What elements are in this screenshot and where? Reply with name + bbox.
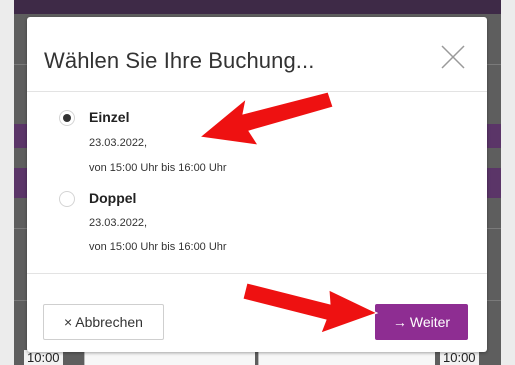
dialog-body: Einzel 23.03.2022, von 15:00 Uhr bis 16:… <box>27 92 487 272</box>
option-date: 23.03.2022, <box>89 137 148 149</box>
arrow-right-icon: → <box>392 314 407 330</box>
close-small-icon: × <box>64 314 73 330</box>
radio-einzel[interactable] <box>59 110 75 126</box>
radio-doppel[interactable] <box>59 191 75 207</box>
next-button-label: Weiter <box>409 314 451 330</box>
dialog-header: Wählen Sie Ihre Buchung... <box>27 17 487 92</box>
background-stripe <box>14 0 501 14</box>
dialog-title: Wählen Sie Ihre Buchung... <box>44 48 315 73</box>
option-label: Einzel <box>89 109 130 125</box>
cancel-button-label: Abbrechen <box>75 314 143 330</box>
cancel-button[interactable]: × Abbrechen <box>43 304 164 340</box>
option-date: 23.03.2022, <box>89 217 148 229</box>
option-time: von 15:00 Uhr bis 16:00 Uhr <box>89 241 227 253</box>
option-time: von 15:00 Uhr bis 16:00 Uhr <box>89 162 227 174</box>
dialog-footer: × Abbrechen → Weiter <box>27 273 487 353</box>
close-icon[interactable] <box>439 43 467 71</box>
next-button[interactable]: → Weiter <box>375 304 468 340</box>
booking-dialog: Wählen Sie Ihre Buchung... Einzel 23.03.… <box>27 17 487 352</box>
option-label: Doppel <box>89 190 137 206</box>
